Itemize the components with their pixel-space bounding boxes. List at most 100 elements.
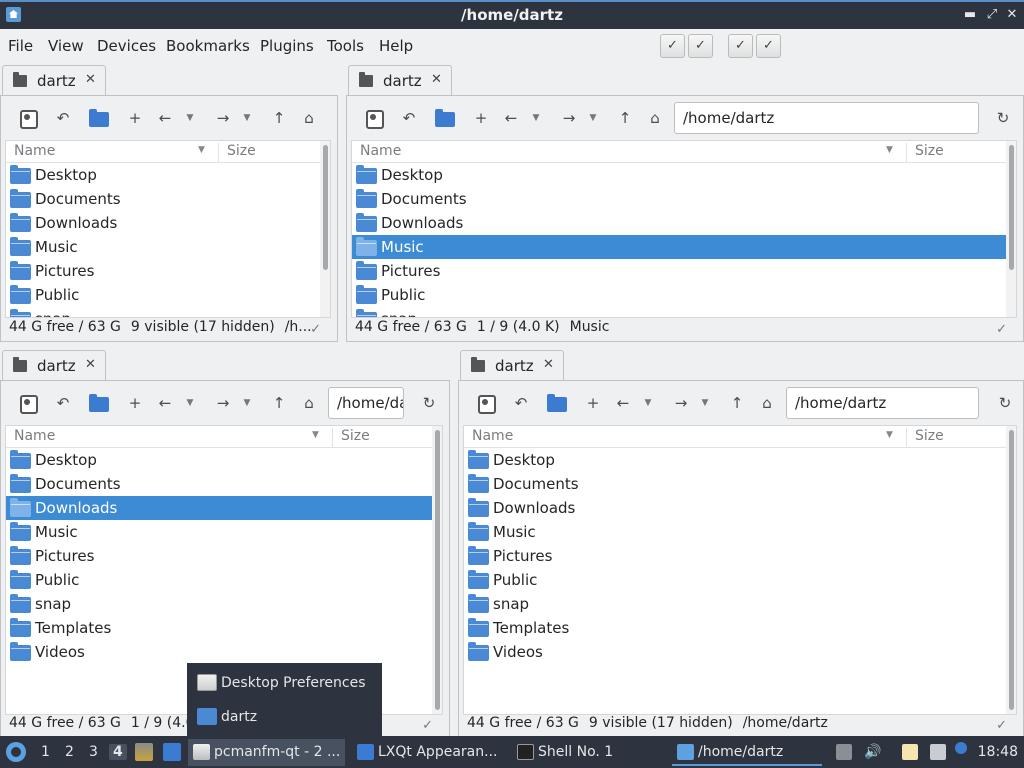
column-name-header[interactable]: Name [360,143,401,159]
up-icon[interactable]: ↑ [269,108,289,128]
forward-history-dropdown-icon[interactable]: ▼ [241,108,253,128]
forward-icon[interactable]: → [213,393,233,413]
column-name-header[interactable]: Name [14,428,55,444]
home-icon[interactable]: ⌂ [299,393,319,413]
task-pcmanfm-qt[interactable]: pcmanfm-qt - 2 ... [188,739,345,766]
path-input[interactable]: /home/dartz [786,387,979,419]
menu-file[interactable]: File [8,37,33,55]
refresh-icon[interactable]: ↻ [419,393,439,413]
column-size-header[interactable]: Size [906,143,944,163]
new-tab-icon[interactable]: + [125,108,145,128]
menu-devices[interactable]: Devices [97,37,156,55]
vertical-scrollbar[interactable] [432,426,442,714]
new-tab-icon[interactable]: + [471,108,491,128]
terminal-icon[interactable] [475,393,496,414]
list-item[interactable]: Documents [464,472,1006,496]
menu-help[interactable]: Help [379,37,413,55]
terminal-icon[interactable] [17,108,38,129]
view-toggle-button[interactable]: ✓ [660,34,685,58]
tab-dartz[interactable]: dartz ✕ [2,350,106,381]
view-toggle-button[interactable]: ✓ [728,34,753,58]
list-item[interactable]: snap [464,592,1006,616]
file-manager-launcher-icon[interactable] [135,743,153,761]
tab-dartz[interactable]: dartz ✕ [2,65,106,96]
column-name-header[interactable]: Name [472,428,513,444]
back-icon[interactable]: ← [613,393,633,413]
column-size-header[interactable]: Size [332,428,370,448]
back-history-dropdown-icon[interactable]: ▼ [184,108,196,128]
show-desktop-icon[interactable] [163,743,181,761]
close-tab-icon[interactable]: ✕ [431,72,442,87]
scrollbar-thumb[interactable] [1009,145,1014,270]
undo-icon[interactable]: ↶ [53,108,73,128]
new-folder-icon[interactable] [89,108,109,128]
up-icon[interactable]: ↑ [615,108,635,128]
list-item[interactable]: Documents [6,187,320,211]
list-item[interactable]: snap [352,307,1006,317]
view-toggle-button[interactable]: ✓ [756,34,781,58]
list-item-selected[interactable]: Music [352,235,1006,259]
popup-item-desktop-preferences[interactable]: Desktop Preferences [197,671,366,695]
refresh-icon[interactable]: ↻ [995,393,1015,413]
list-item[interactable]: Public [6,283,320,307]
list-item[interactable]: Documents [352,187,1006,211]
new-folder-icon[interactable] [547,393,567,413]
back-history-dropdown-icon[interactable]: ▼ [530,108,542,128]
menu-bookmarks[interactable]: Bookmarks [166,37,250,55]
menu-view[interactable]: View [48,37,84,55]
path-input[interactable]: /home/dartz [674,102,979,134]
maximize-button[interactable]: ⤢ [984,6,1000,24]
path-input[interactable]: /home/dartz [328,387,404,419]
new-folder-icon[interactable] [435,108,455,128]
undo-icon[interactable]: ↶ [399,108,419,128]
list-item[interactable]: Downloads [6,211,320,235]
terminal-icon[interactable] [17,393,38,414]
list-item[interactable]: Public [352,283,1006,307]
list-item[interactable]: Pictures [352,259,1006,283]
close-tab-icon[interactable]: ✕ [85,72,96,87]
tray-up-icon[interactable] [836,744,852,760]
popup-item-dartz[interactable]: dartz [197,705,257,729]
list-item[interactable]: Templates [464,616,1006,640]
list-item[interactable]: Desktop [6,163,320,187]
task-shell[interactable]: Shell No. 1 [512,739,632,766]
forward-icon[interactable]: → [559,108,579,128]
back-icon[interactable]: ← [155,393,175,413]
forward-icon[interactable]: → [671,393,691,413]
tab-dartz[interactable]: dartz ✕ [460,350,564,381]
scrollbar-thumb[interactable] [435,430,440,710]
list-item[interactable]: Videos [464,640,1006,664]
desktop-switch-2[interactable]: 2 [65,744,74,760]
close-tab-icon[interactable]: ✕ [85,357,96,372]
vertical-scrollbar[interactable] [320,141,330,317]
list-item[interactable]: Public [464,568,1006,592]
home-icon[interactable]: ⌂ [757,393,777,413]
new-folder-icon[interactable] [89,393,109,413]
clock[interactable]: 18:48 [978,744,1018,760]
update-notifier-icon[interactable] [955,742,967,754]
column-name-header[interactable]: Name [14,143,55,159]
refresh-icon[interactable]: ↻ [993,108,1013,128]
list-item[interactable]: Videos [6,640,432,664]
list-item[interactable]: Downloads [352,211,1006,235]
list-item[interactable]: Pictures [6,544,432,568]
column-size-header[interactable]: Size [906,428,944,448]
menu-plugins[interactable]: Plugins [260,37,314,55]
back-history-dropdown-icon[interactable]: ▼ [184,393,196,413]
desktop-switch-4[interactable]: 4 [109,744,127,760]
forward-icon[interactable]: → [213,108,233,128]
tab-dartz[interactable]: dartz ✕ [348,65,452,96]
list-item[interactable]: Desktop [464,448,1006,472]
list-item[interactable]: Templates [6,616,432,640]
forward-history-dropdown-icon[interactable]: ▼ [241,393,253,413]
list-item[interactable]: snap [6,307,320,317]
up-icon[interactable]: ↑ [269,393,289,413]
desktop-switch-3[interactable]: 3 [89,744,98,760]
network-icon[interactable] [930,744,946,760]
close-tab-icon[interactable]: ✕ [543,357,554,372]
list-item[interactable]: Pictures [6,259,320,283]
scrollbar-thumb[interactable] [323,145,328,270]
forward-history-dropdown-icon[interactable]: ▼ [699,393,711,413]
menu-tools[interactable]: Tools [327,37,364,55]
terminal-icon[interactable] [363,108,384,129]
